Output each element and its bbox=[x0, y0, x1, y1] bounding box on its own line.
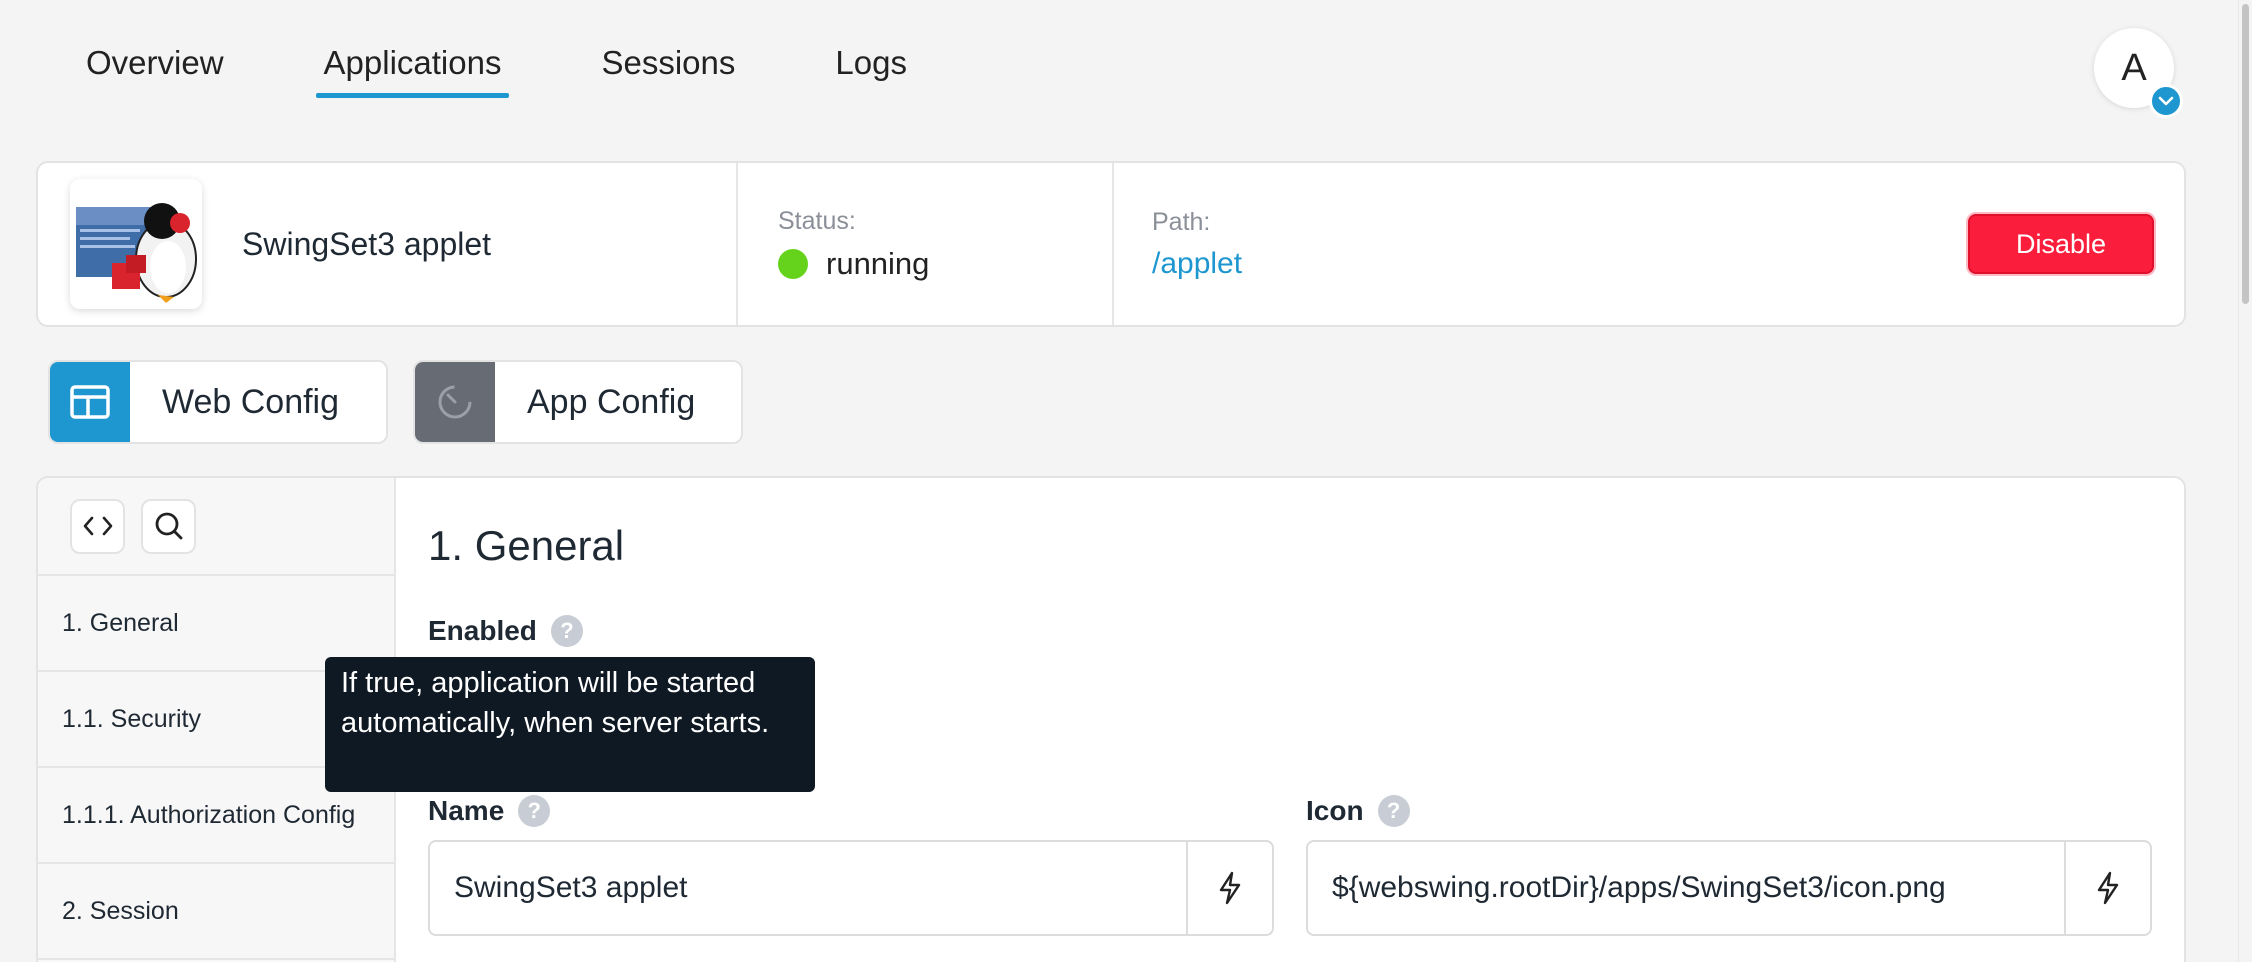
search-icon bbox=[155, 512, 182, 540]
app-config-label: App Config bbox=[527, 382, 696, 421]
chevron-down-icon[interactable] bbox=[2149, 84, 2183, 118]
variable-button[interactable] bbox=[1186, 842, 1272, 934]
name-input-value[interactable]: SwingSet3 applet bbox=[430, 842, 1186, 934]
enabled-tooltip: If true, application will be started aut… bbox=[325, 657, 815, 792]
search-button[interactable] bbox=[141, 498, 196, 554]
name-field-label: Name ? bbox=[428, 795, 551, 827]
status-value: running bbox=[826, 245, 930, 281]
status-indicator-icon bbox=[778, 248, 808, 279]
page-scrollbar[interactable] bbox=[2238, 0, 2252, 962]
path-label: Path: bbox=[1152, 207, 1211, 236]
web-config-button[interactable]: Web Config bbox=[48, 360, 388, 444]
tab-sessions[interactable]: Sessions bbox=[601, 44, 735, 92]
sidebar-tools bbox=[38, 478, 394, 576]
tab-overview[interactable]: Overview bbox=[86, 44, 224, 92]
status-row: running bbox=[778, 246, 929, 282]
name-input[interactable]: SwingSet3 applet bbox=[428, 840, 1274, 936]
help-icon[interactable]: ? bbox=[1377, 795, 1410, 827]
icon-label: Icon bbox=[1306, 795, 1364, 826]
section-title: 1. General bbox=[428, 522, 625, 569]
variable-button[interactable] bbox=[2064, 842, 2150, 934]
app-config-button[interactable]: App Config bbox=[413, 360, 743, 444]
lightning-icon bbox=[2097, 871, 2119, 905]
lightning-icon bbox=[1219, 871, 1241, 905]
app-status-section: Status: running bbox=[738, 163, 1114, 325]
tab-applications[interactable]: Applications bbox=[315, 44, 510, 98]
app-path-section: Path: /applet Disable bbox=[1114, 163, 2184, 325]
tab-logs[interactable]: Logs bbox=[835, 44, 907, 92]
web-config-label: Web Config bbox=[162, 382, 340, 421]
status-label: Status: bbox=[778, 206, 856, 235]
app-header-card: SwingSet3 applet Status: running Path: /… bbox=[36, 161, 2186, 327]
code-icon bbox=[83, 516, 112, 536]
app-logo bbox=[70, 179, 202, 309]
name-label: Name bbox=[428, 795, 505, 826]
enabled-field-label: Enabled ? bbox=[428, 615, 583, 647]
icon-input[interactable]: ${webswing.rootDir}/apps/SwingSet3/icon.… bbox=[1306, 840, 2152, 936]
sidebar-item-session[interactable]: 2. Session bbox=[38, 864, 394, 960]
help-icon[interactable]: ? bbox=[518, 795, 551, 827]
top-nav: Overview Applications Sessions Logs bbox=[86, 44, 1007, 98]
timer-icon bbox=[415, 362, 495, 442]
layout-icon bbox=[50, 362, 130, 442]
path-link[interactable]: /applet bbox=[1152, 247, 1242, 281]
code-view-button[interactable] bbox=[70, 498, 125, 554]
scrollbar-thumb[interactable] bbox=[2242, 4, 2249, 304]
disable-button[interactable]: Disable bbox=[1968, 214, 2154, 274]
icon-input-value[interactable]: ${webswing.rootDir}/apps/SwingSet3/icon.… bbox=[1308, 842, 2064, 934]
app-title: SwingSet3 applet bbox=[242, 225, 492, 262]
path-group: Path: /applet bbox=[1152, 208, 1242, 281]
avatar-letter: A bbox=[2121, 46, 2147, 89]
app-name-section: SwingSet3 applet bbox=[38, 163, 738, 325]
enabled-label: Enabled bbox=[428, 615, 537, 646]
icon-field-label: Icon ? bbox=[1306, 795, 1410, 827]
help-icon[interactable]: ? bbox=[550, 615, 583, 647]
